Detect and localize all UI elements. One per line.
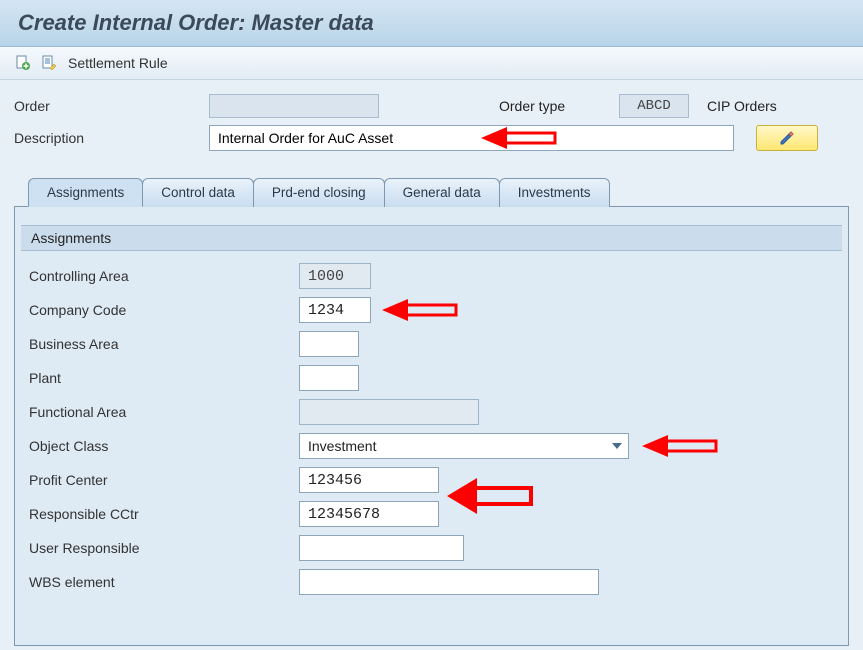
- functional-area-input: [299, 399, 479, 425]
- chevron-down-icon: [612, 443, 622, 449]
- header-fields: Order Order type ABCD CIP Orders Descrip…: [0, 80, 863, 160]
- user-responsible-input[interactable]: [299, 535, 464, 561]
- annotation-arrow-icon: [640, 432, 720, 460]
- plant-input[interactable]: [299, 365, 359, 391]
- object-class-value: Investment: [308, 438, 376, 454]
- company-code-label: Company Code: [29, 302, 299, 318]
- controlling-area-label: Controlling Area: [29, 268, 299, 284]
- wbs-element-label: WBS element: [29, 574, 299, 590]
- title-bar: Create Internal Order: Master data: [0, 0, 863, 47]
- controlling-area-input: [299, 263, 371, 289]
- responsible-cctr-input[interactable]: [299, 501, 439, 527]
- business-area-input[interactable]: [299, 331, 359, 357]
- object-class-dropdown[interactable]: Investment: [299, 433, 629, 459]
- tab-investments[interactable]: Investments: [499, 178, 610, 207]
- business-area-label: Business Area: [29, 336, 299, 352]
- profit-center-input[interactable]: [299, 467, 439, 493]
- settlement-rule-button[interactable]: Settlement Rule: [68, 55, 168, 71]
- tab-control-data[interactable]: Control data: [142, 178, 254, 207]
- order-input: [209, 94, 379, 118]
- order-type-value: ABCD: [619, 94, 689, 118]
- long-text-button[interactable]: [756, 125, 818, 151]
- tabs-container: Assignments Control data Prd-end closing…: [0, 160, 863, 646]
- tab-panel-assignments: Assignments Controlling Area Company Cod…: [14, 206, 849, 646]
- toolbar: Settlement Rule: [0, 47, 863, 80]
- company-code-input[interactable]: [299, 297, 371, 323]
- tab-general-data[interactable]: General data: [384, 178, 500, 207]
- description-input[interactable]: [209, 125, 734, 151]
- annotation-arrow-icon: [380, 296, 460, 324]
- tab-assignments[interactable]: Assignments: [28, 178, 143, 207]
- tab-prd-end-closing[interactable]: Prd-end closing: [253, 178, 385, 207]
- pencil-icon: [779, 130, 795, 146]
- order-label: Order: [14, 98, 209, 114]
- page-title: Create Internal Order: Master data: [18, 10, 845, 36]
- order-type-label: Order type: [499, 98, 619, 114]
- responsible-cctr-label: Responsible CCtr: [29, 506, 299, 522]
- user-responsible-label: User Responsible: [29, 540, 299, 556]
- tabstrip: Assignments Control data Prd-end closing…: [28, 178, 849, 207]
- profit-center-label: Profit Center: [29, 472, 299, 488]
- create-document-icon[interactable]: [14, 54, 32, 72]
- functional-area-label: Functional Area: [29, 404, 299, 420]
- cip-orders-label: CIP Orders: [707, 98, 777, 114]
- wbs-element-input[interactable]: [299, 569, 599, 595]
- edit-document-icon[interactable]: [40, 54, 58, 72]
- description-label: Description: [14, 130, 209, 146]
- object-class-label: Object Class: [29, 438, 299, 454]
- group-title-assignments: Assignments: [21, 225, 842, 251]
- plant-label: Plant: [29, 370, 299, 386]
